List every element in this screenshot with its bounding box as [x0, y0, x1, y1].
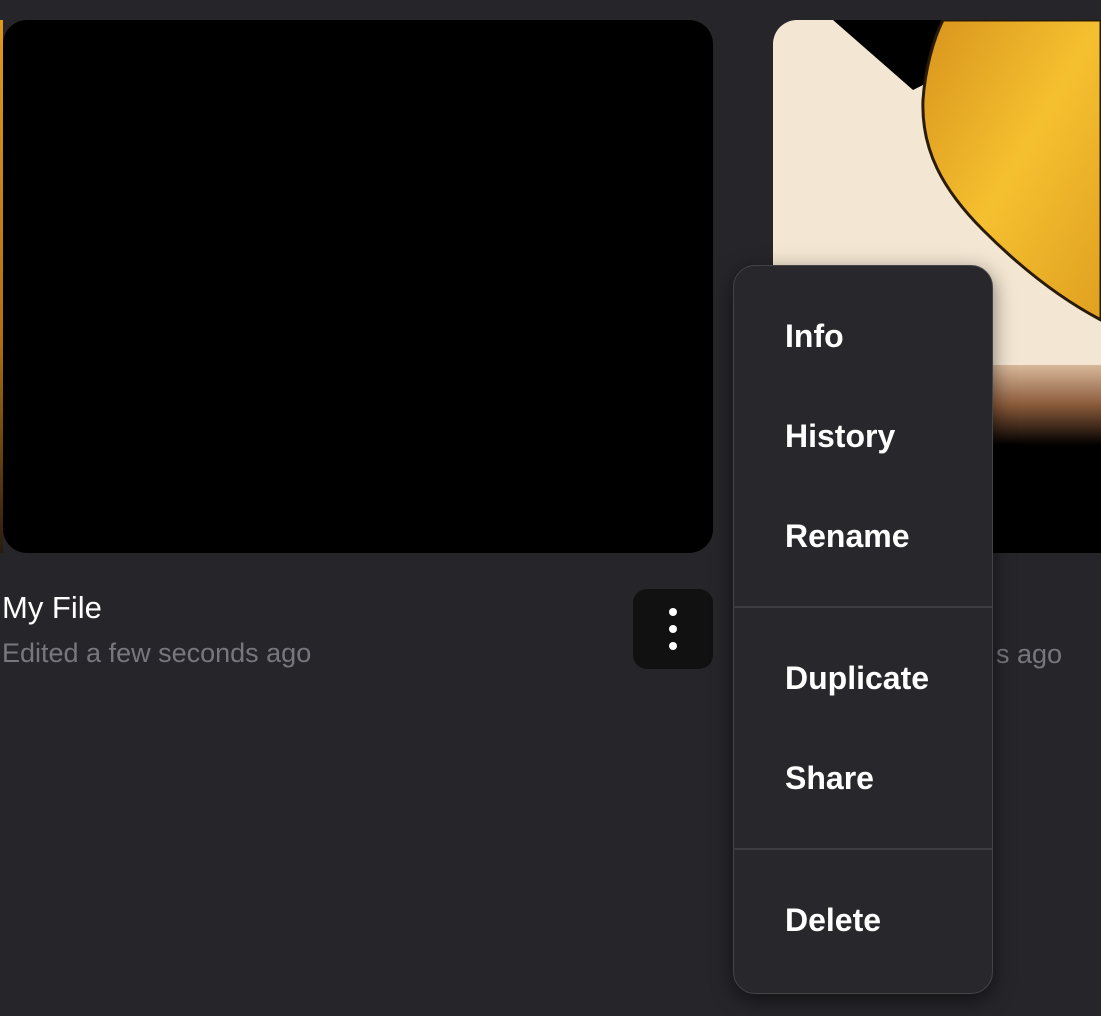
- menu-item-share[interactable]: Share: [734, 728, 992, 828]
- file-edited-time-2: s ago: [996, 639, 1063, 669]
- file-thumbnail[interactable]: [3, 20, 713, 553]
- more-options-button[interactable]: [633, 589, 713, 669]
- menu-item-duplicate[interactable]: Duplicate: [734, 628, 992, 728]
- menu-item-history[interactable]: History: [734, 386, 992, 486]
- context-menu: Info History Rename Duplicate Share Dele…: [733, 265, 993, 994]
- kebab-dot-icon: [669, 625, 677, 633]
- kebab-dot-icon: [669, 642, 677, 650]
- file-edited-time: Edited a few seconds ago: [2, 638, 312, 668]
- file-title[interactable]: My File: [2, 590, 102, 626]
- menu-item-info[interactable]: Info: [734, 286, 992, 386]
- menu-item-rename[interactable]: Rename: [734, 486, 992, 586]
- menu-item-delete[interactable]: Delete: [734, 870, 992, 970]
- kebab-dot-icon: [669, 608, 677, 616]
